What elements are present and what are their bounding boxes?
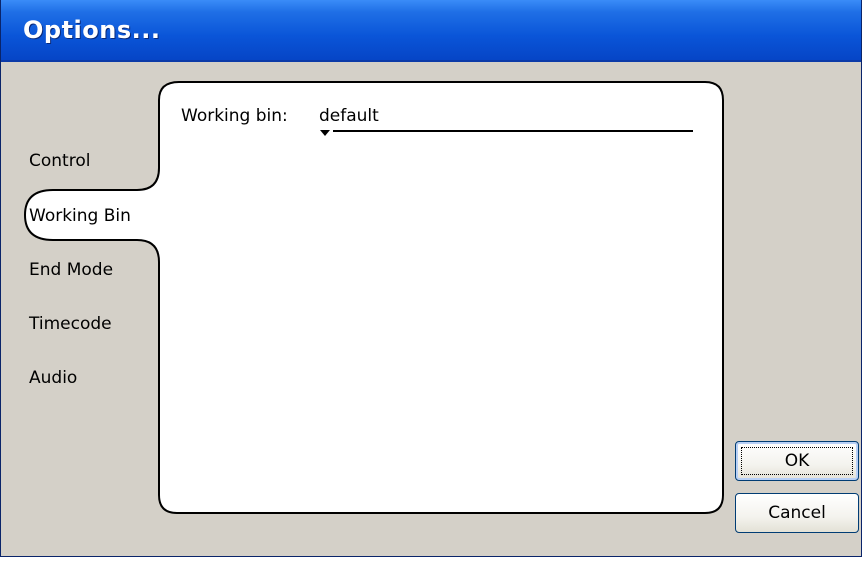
window-title: Options... [23,16,161,44]
working-bin-dropdown[interactable]: default [319,102,693,136]
tab-control[interactable]: Control [29,151,90,171]
dropdown-arrow-icon [320,130,330,136]
tab-timecode[interactable]: Timecode [29,314,112,334]
dialog-client-area: Control Working Bin End Mode Timecode Au… [1,62,861,556]
options-panel-frame [23,81,724,514]
ok-button[interactable]: OK [735,441,859,481]
tab-audio[interactable]: Audio [29,368,77,388]
tab-end-mode[interactable]: End Mode [29,260,113,280]
dropdown-underline [333,130,693,132]
working-bin-value: default [319,106,379,126]
title-bar[interactable]: Options... [1,0,861,62]
options-dialog: Options... Control Working Bin End Mode … [0,0,862,557]
cancel-button[interactable]: Cancel [735,493,859,533]
tab-working-bin[interactable]: Working Bin [29,206,131,226]
working-bin-label: Working bin: [181,106,288,126]
